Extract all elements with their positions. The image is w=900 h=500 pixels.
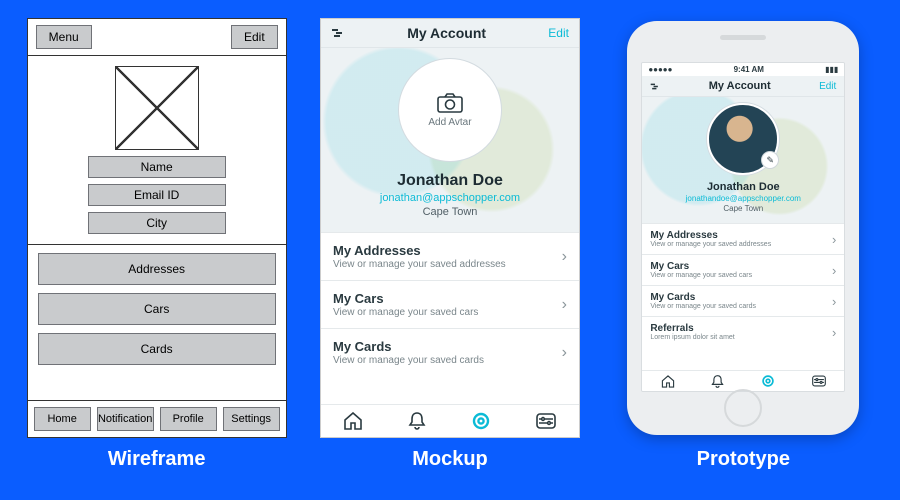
list-item-subtitle: View or manage your saved addresses bbox=[650, 241, 771, 248]
phone-chrome: ●●●●● 9:41 AM ▮▮▮ My Account Edit ✎ Jona… bbox=[627, 21, 859, 435]
wireframe-list: Addresses Cars Cards bbox=[28, 245, 286, 401]
avatar[interactable]: ✎ bbox=[707, 103, 779, 175]
list-item-cars[interactable]: My Cars View or manage your saved cars › bbox=[321, 280, 579, 328]
user-email[interactable]: jonathandoe@appschopper.com bbox=[686, 194, 801, 203]
list-item-cars[interactable]: My CarsView or manage your saved cars › bbox=[642, 254, 844, 285]
list-item-title: Referrals bbox=[650, 323, 734, 334]
mockup-screen: My Account Edit Add Avtar Jonathan Doe j… bbox=[320, 18, 580, 438]
pencil-icon[interactable]: ✎ bbox=[761, 151, 779, 169]
list-item-title: My Cars bbox=[650, 261, 752, 272]
list-item-addresses[interactable]: My AddressesView or manage your saved ad… bbox=[642, 223, 844, 254]
avatar-placeholder[interactable] bbox=[115, 66, 199, 150]
prototype-tabbar bbox=[642, 370, 844, 391]
mockup-tabbar bbox=[321, 404, 579, 437]
user-city: Cape Town bbox=[723, 204, 763, 213]
mockup-profile-area: Add Avtar Jonathan Doe jonathan@appschop… bbox=[321, 48, 579, 232]
wireframe-tabbar: Home Notification Profile Settings bbox=[28, 401, 286, 437]
tab-home[interactable]: Home bbox=[34, 407, 91, 431]
prototype-header: My Account Edit bbox=[642, 76, 844, 97]
list-item-cards[interactable]: My Cards View or manage your saved cards… bbox=[321, 328, 579, 376]
email-field[interactable]: Email ID bbox=[88, 184, 226, 206]
prototype-wrap: ●●●●● 9:41 AM ▮▮▮ My Account Edit ✎ Jona… bbox=[613, 18, 873, 438]
user-city: Cape Town bbox=[423, 206, 478, 218]
camera-icon bbox=[437, 93, 463, 113]
wireframe-caption: Wireframe bbox=[108, 448, 206, 471]
settings-icon[interactable] bbox=[812, 375, 826, 387]
add-avatar-button[interactable]: Add Avtar bbox=[398, 58, 502, 162]
cards-row[interactable]: Cards bbox=[38, 333, 276, 365]
chevron-right-icon: › bbox=[562, 296, 567, 314]
home-icon[interactable] bbox=[661, 375, 675, 388]
wireframe-topbar: Menu Edit bbox=[28, 19, 286, 56]
wireframe-fields: Name Email ID City bbox=[28, 156, 286, 245]
prototype-list: My AddressesView or manage your saved ad… bbox=[642, 223, 844, 370]
signal-dots: ●●●●● bbox=[648, 65, 672, 74]
edit-button[interactable]: Edit bbox=[231, 25, 278, 49]
user-email[interactable]: jonathan@appschopper.com bbox=[380, 192, 520, 204]
chevron-right-icon: › bbox=[832, 263, 836, 278]
wireframe-column: Menu Edit Name Email ID City Addresses C… bbox=[27, 18, 287, 471]
menu-button[interactable]: Menu bbox=[36, 25, 92, 49]
list-item-cards[interactable]: My CardsView or manage your saved cards … bbox=[642, 285, 844, 316]
list-item-subtitle: Lorem ipsum dolor sit amet bbox=[650, 334, 734, 341]
list-item-referrals[interactable]: ReferralsLorem ipsum dolor sit amet › bbox=[642, 316, 844, 347]
add-avatar-label: Add Avtar bbox=[428, 117, 471, 128]
drag-handle-icon bbox=[650, 82, 660, 91]
list-item-subtitle: View or manage your saved cards bbox=[650, 303, 756, 310]
name-field[interactable]: Name bbox=[88, 156, 226, 178]
list-item-title: My Cars bbox=[333, 291, 478, 306]
user-name: Jonathan Doe bbox=[397, 172, 503, 190]
home-icon[interactable] bbox=[343, 412, 363, 430]
list-item-addresses[interactable]: My Addresses View or manage your saved a… bbox=[321, 232, 579, 280]
tab-notification[interactable]: Notification bbox=[97, 407, 154, 431]
mockup-header: My Account Edit bbox=[321, 19, 579, 48]
bell-icon[interactable] bbox=[408, 412, 426, 430]
list-item-title: My Cards bbox=[333, 339, 484, 354]
chevron-right-icon: › bbox=[562, 344, 567, 362]
prototype-screen: ●●●●● 9:41 AM ▮▮▮ My Account Edit ✎ Jona… bbox=[641, 62, 845, 392]
mockup-caption: Mockup bbox=[412, 448, 488, 471]
chevron-right-icon: › bbox=[832, 325, 836, 340]
prototype-column: ●●●●● 9:41 AM ▮▮▮ My Account Edit ✎ Jona… bbox=[613, 18, 873, 471]
mockup-column: My Account Edit Add Avtar Jonathan Doe j… bbox=[320, 18, 580, 471]
bell-icon[interactable] bbox=[711, 375, 724, 388]
drag-handle-icon bbox=[331, 27, 345, 39]
edit-button[interactable]: Edit bbox=[819, 81, 836, 92]
prototype-caption: Prototype bbox=[697, 448, 790, 471]
chevron-right-icon: › bbox=[562, 248, 567, 266]
profile-icon[interactable] bbox=[761, 374, 775, 388]
profile-icon[interactable] bbox=[471, 411, 491, 431]
chevron-right-icon: › bbox=[832, 294, 836, 309]
list-item-subtitle: View or manage your saved cards bbox=[333, 355, 484, 366]
list-item-subtitle: View or manage your saved cars bbox=[650, 272, 752, 279]
user-name: Jonathan Doe bbox=[707, 181, 780, 193]
list-item-subtitle: View or manage your saved cars bbox=[333, 307, 478, 318]
tab-settings[interactable]: Settings bbox=[223, 407, 280, 431]
list-item-title: My Cards bbox=[650, 292, 756, 303]
status-time: 9:41 AM bbox=[734, 65, 764, 74]
page-title: My Account bbox=[407, 25, 486, 41]
list-item-title: My Addresses bbox=[650, 230, 771, 241]
edit-button[interactable]: Edit bbox=[548, 26, 569, 40]
city-field[interactable]: City bbox=[88, 212, 226, 234]
settings-icon[interactable] bbox=[536, 413, 556, 429]
mockup-list: My Addresses View or manage your saved a… bbox=[321, 232, 579, 404]
prototype-profile-area: ✎ Jonathan Doe jonathandoe@appschopper.c… bbox=[642, 97, 844, 223]
addresses-row[interactable]: Addresses bbox=[38, 253, 276, 285]
battery-icon: ▮▮▮ bbox=[825, 65, 838, 74]
cars-row[interactable]: Cars bbox=[38, 293, 276, 325]
list-item-title: My Addresses bbox=[333, 243, 506, 258]
page-title: My Account bbox=[709, 80, 771, 92]
wireframe-screen: Menu Edit Name Email ID City Addresses C… bbox=[27, 18, 287, 438]
chevron-right-icon: › bbox=[832, 232, 836, 247]
wireframe-avatar-area bbox=[28, 56, 286, 156]
status-bar: ●●●●● 9:41 AM ▮▮▮ bbox=[642, 63, 844, 76]
tab-profile[interactable]: Profile bbox=[160, 407, 217, 431]
list-item-subtitle: View or manage your saved addresses bbox=[333, 259, 506, 270]
